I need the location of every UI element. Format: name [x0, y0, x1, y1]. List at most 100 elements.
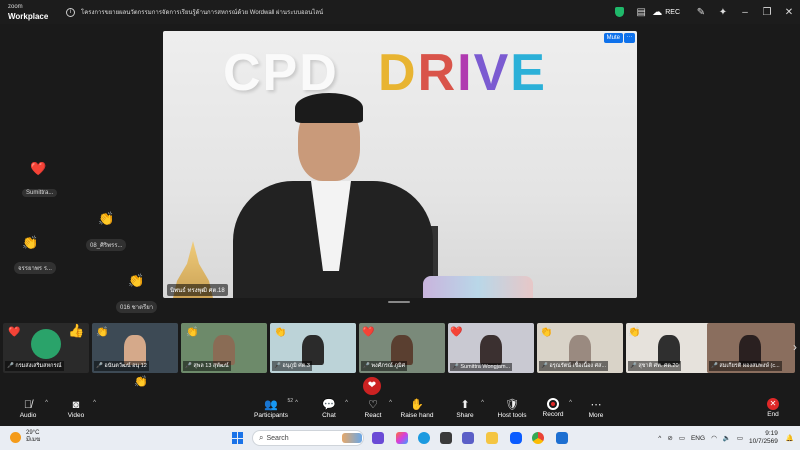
rec-label: REC	[665, 8, 680, 16]
heart-reaction-icon: ❤️	[30, 161, 47, 176]
react-button[interactable]: ♡ React ^	[362, 398, 393, 419]
participant-name: 🎤 สุชาติ ศท. ศต.20	[628, 361, 681, 371]
audio-button[interactable]: 🎙̸ Audio ^	[16, 398, 48, 419]
record-icon	[547, 398, 559, 410]
title-bar: zoom Workplace i โครงการขยายผลนวัตกรรมกา…	[0, 0, 800, 24]
logo-line2: Workplace	[8, 12, 49, 21]
teams-icon[interactable]	[462, 432, 474, 444]
clap-reaction-icon: 👏	[98, 211, 115, 226]
active-speaker-video[interactable]: CPD DRIVE นิพนธ์ ทรงพุฒิ ศต.18 Mute ···	[163, 31, 637, 298]
participants-button[interactable]: 👥 Participants 52 ^	[252, 398, 298, 419]
floating-label: Sumittra...	[22, 189, 58, 197]
heart-reaction-icon: ❤️	[362, 327, 375, 338]
clock-time: 9:19	[765, 430, 778, 437]
more-button[interactable]: ⋯ More	[585, 398, 607, 419]
share-options-caret[interactable]: ^	[481, 400, 484, 406]
edge-icon[interactable]	[418, 432, 430, 444]
video-more-button[interactable]: ···	[624, 33, 635, 43]
outlook-icon[interactable]	[556, 432, 568, 444]
participant-name: 🎤 Sumittra Wongjam...	[450, 363, 513, 371]
video-button[interactable]: ◙ Video ^	[64, 398, 96, 419]
speaker-hair	[295, 93, 363, 123]
clock-date: 10/7/2569	[748, 438, 778, 445]
end-button[interactable]: ✕ End	[762, 398, 784, 418]
camera-icon[interactable]: ▭	[679, 434, 685, 442]
clap-reaction-icon: 👏	[274, 327, 287, 338]
more-icon: ⋯	[590, 399, 602, 411]
mic-muted-icon[interactable]: ⊘	[667, 434, 672, 442]
chrome-icon[interactable]	[532, 432, 544, 444]
drive-letter-r: R	[417, 44, 458, 102]
weather-temp: 29°C	[26, 430, 40, 436]
speaker-name-label: นิพนธ์ ทรงพุฒิ ศต.18	[167, 284, 228, 296]
participants-options-caret[interactable]: ^	[295, 400, 298, 406]
record-options-caret[interactable]: ^	[569, 400, 572, 406]
participant-name: 🎤 กรมส่งเสริมสหกรณ์	[5, 361, 64, 371]
chat-button[interactable]: 💬 Chat ^	[318, 398, 348, 419]
clap-reaction-icon: 👏	[186, 327, 199, 338]
participant-name: 🎤 สุพล 13 สุพัฒน์	[183, 361, 231, 371]
clap-reaction-icon: 👏	[134, 376, 148, 388]
close-button[interactable]: ✕	[778, 0, 800, 24]
weather-widget[interactable]: 29°C มีเมฆ	[10, 430, 40, 444]
cloud-recording-indicator[interactable]: ☁ REC	[652, 7, 680, 18]
file-explorer-icon[interactable]	[486, 432, 498, 444]
sparkle-icon[interactable]: ✦	[712, 0, 734, 24]
task-view-icon[interactable]	[372, 432, 384, 444]
search-highlight-icon	[342, 433, 362, 443]
meeting-title-text: โครงการขยายผลนวัตกรรมการจัดการเรียนรู้ด้…	[81, 10, 324, 16]
store-icon[interactable]	[440, 432, 452, 444]
video-off-icon: ◙	[72, 399, 80, 411]
language-indicator[interactable]: ENG	[691, 435, 705, 442]
video-options-caret[interactable]: ^	[93, 400, 96, 406]
logo-line1: zoom	[8, 4, 23, 10]
volume-icon[interactable]: 🔈	[723, 434, 731, 442]
security-shield-icon[interactable]	[608, 0, 630, 24]
clap-reaction-icon: 👏	[540, 327, 553, 338]
participant-tile[interactable]: 🎤 สมเกียรติ ผองสมพงษ์ (c...	[707, 323, 795, 373]
heart-reaction-icon: ❤️	[8, 327, 21, 338]
resize-handle[interactable]	[388, 301, 410, 303]
search-icon: ⌕	[259, 433, 264, 442]
mute-button[interactable]: Mute	[603, 33, 623, 43]
clock[interactable]: 9:19 10/7/2569	[749, 430, 778, 446]
info-icon[interactable]: i	[66, 7, 75, 17]
sun-icon	[10, 431, 21, 443]
host-tools-button[interactable]: 🛡 Host tools	[496, 398, 528, 419]
participants-icon: 👥	[264, 399, 278, 411]
chat-options-caret[interactable]: ^	[345, 400, 348, 406]
participant-name: 🎤 อรุณรัตน์ เชื้อเนื้อง ศส...	[539, 361, 609, 371]
tray-chevron-icon[interactable]: ^	[658, 435, 661, 442]
heart-reaction-icon: ❤️	[450, 327, 463, 338]
share-button[interactable]: ⬆ Share ^	[454, 398, 484, 419]
drive-letter-e: E	[510, 44, 547, 102]
record-button[interactable]: Record ^	[542, 398, 572, 418]
minimize-button[interactable]: –	[734, 0, 756, 24]
notification-bell-icon[interactable]: 🔔	[786, 434, 794, 442]
windows-taskbar: 29°C มีเมฆ ⌕ Search ^ ⊘ ▭ ENG ◠ 🔈 ▭ 9:19 …	[0, 426, 800, 450]
raise-hand-icon: ✋	[410, 399, 424, 411]
raise-hand-button[interactable]: ✋ Raise hand	[400, 398, 434, 419]
react-options-caret[interactable]: ^	[389, 400, 392, 406]
windows-icon[interactable]	[232, 432, 244, 444]
notes-icon[interactable]: ▤	[630, 0, 652, 24]
participant-strip: 🎤 กรมส่งเสริมสหกรณ์ 🎤 อนันตวัฒน์ อนุ 12 …	[0, 322, 800, 374]
video-stage: CPD DRIVE นิพนธ์ ทรงพุฒิ ศต.18 Mute ··· …	[0, 24, 800, 322]
thumbs-up-reaction-icon: 👍	[68, 323, 85, 338]
next-page-arrow-icon[interactable]: ›	[793, 340, 797, 354]
floating-label: จรรยาพร ร...	[14, 262, 56, 274]
title-bar-right: ▤ ☁ REC ✎ ✦ – ❐ ✕	[608, 0, 800, 24]
clap-reaction-icon: 👏	[628, 327, 641, 338]
zoom-app-icon[interactable]	[510, 432, 522, 444]
floating-label: 016 ชาตรียา	[116, 301, 158, 313]
magic-wand-icon[interactable]: ✎	[690, 0, 712, 24]
meeting-title[interactable]: i โครงการขยายผลนวัตกรรมการจัดการเรียนรู้…	[66, 7, 466, 17]
audio-options-caret[interactable]: ^	[45, 400, 48, 406]
wifi-icon[interactable]: ◠	[711, 434, 717, 442]
battery-icon[interactable]: ▭	[737, 434, 743, 442]
clap-reaction-icon: 👏	[22, 235, 39, 250]
system-tray: ^ ⊘ ▭ ENG ◠ 🔈 ▭ 9:19 10/7/2569 🔔	[658, 426, 800, 450]
restore-button[interactable]: ❐	[756, 0, 778, 24]
copilot-icon[interactable]	[396, 432, 408, 444]
drive-letter-i: I	[457, 44, 474, 102]
